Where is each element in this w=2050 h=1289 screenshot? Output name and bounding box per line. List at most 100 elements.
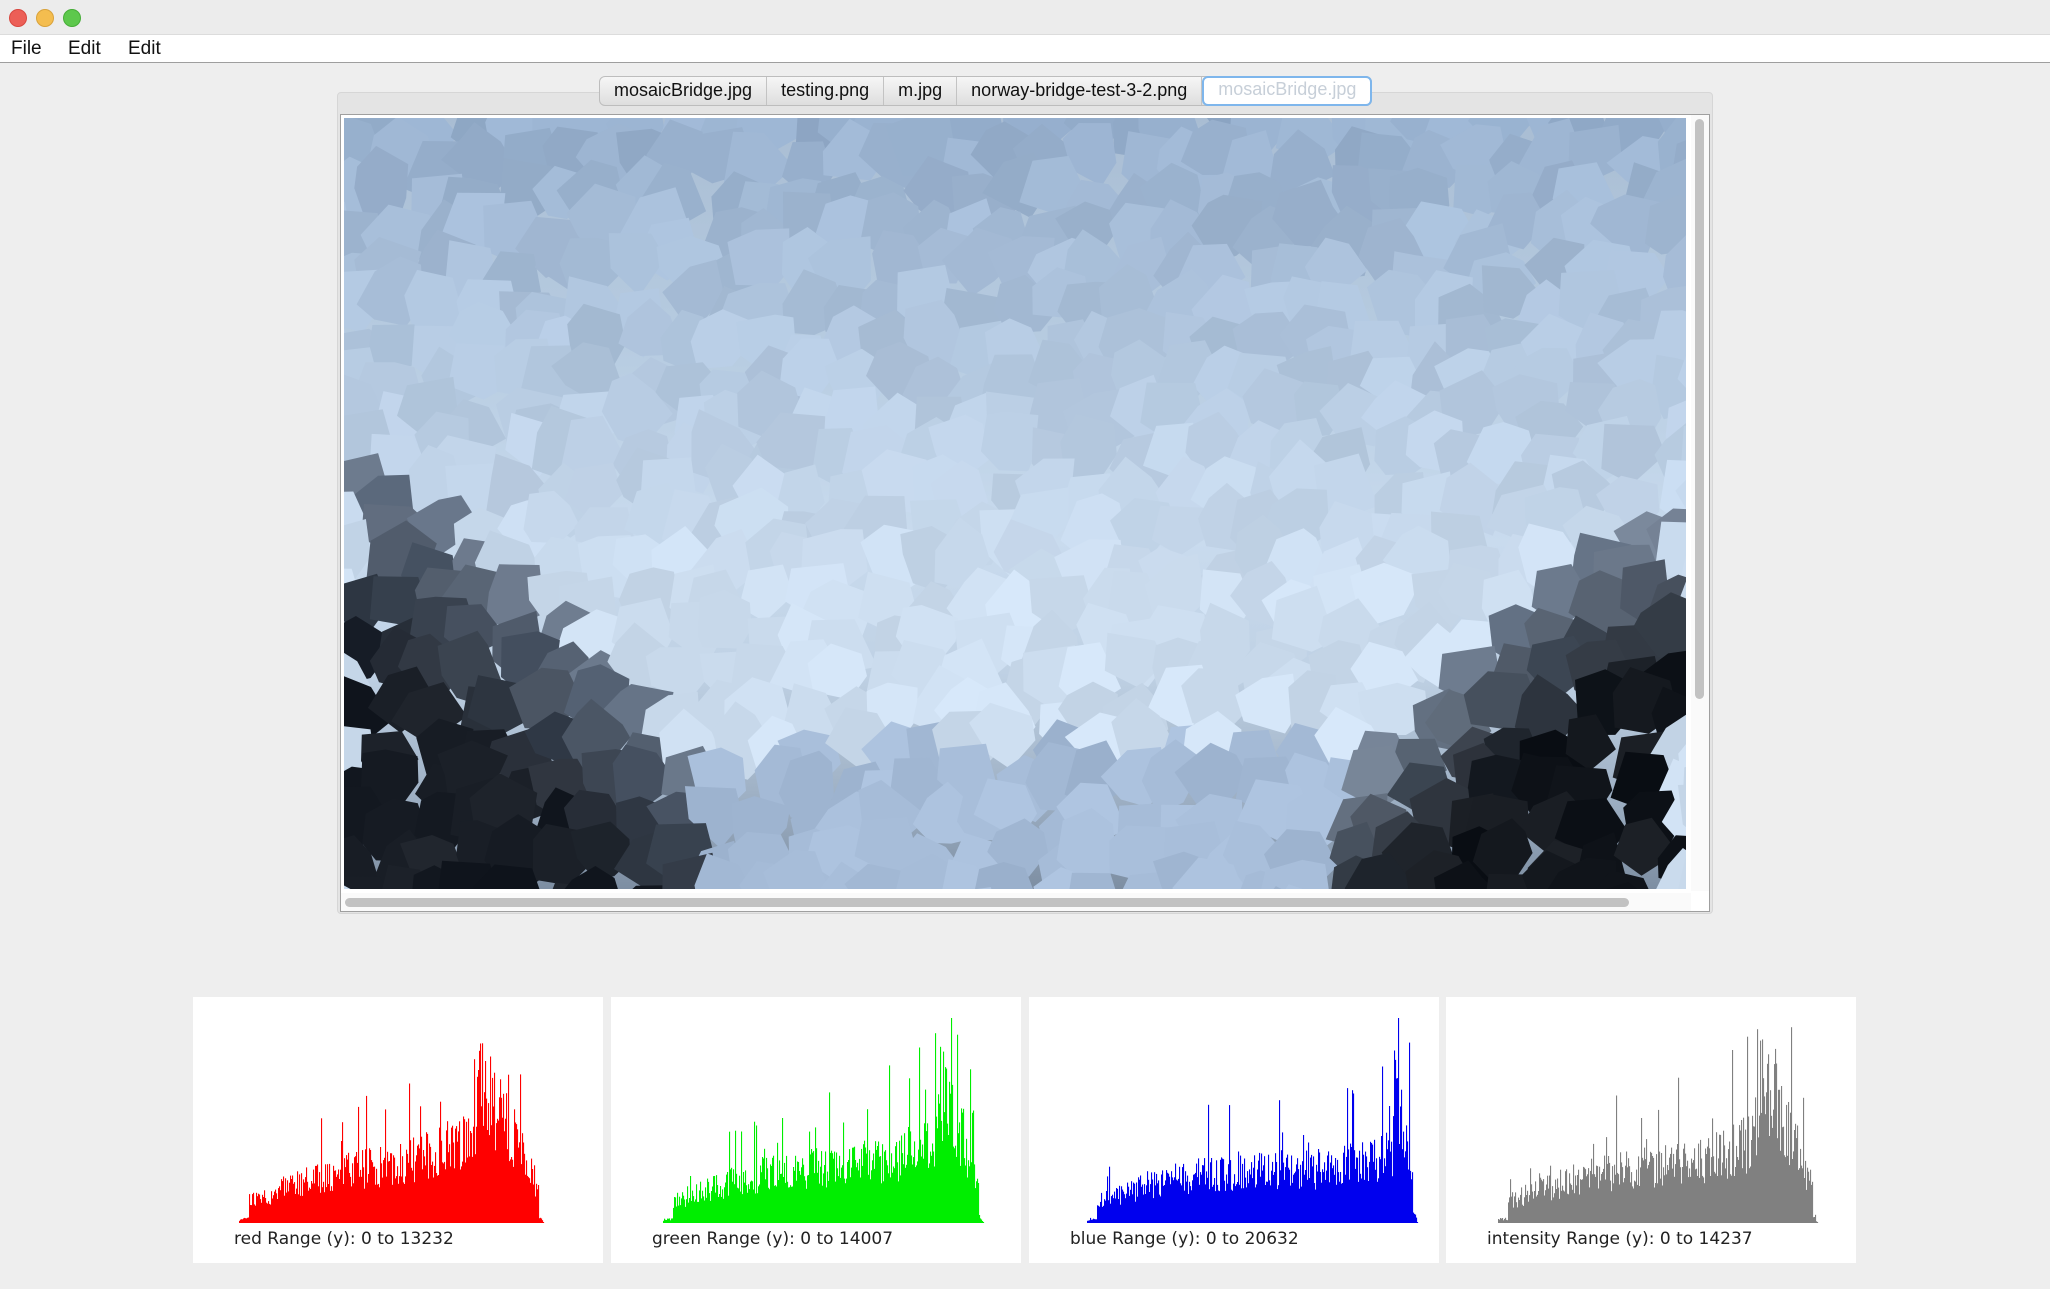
image-scroll-pane[interactable]	[340, 114, 1710, 912]
histogram-bar	[673, 1207, 675, 1223]
histogram-bar	[1215, 1191, 1217, 1223]
histogram-bar	[1763, 1078, 1765, 1223]
histogram-bar	[1726, 1158, 1728, 1223]
histogram-bar	[820, 1166, 822, 1223]
tab-norway-bridge[interactable]: norway-bridge-test-3-2.png	[957, 77, 1203, 105]
vertical-scrollbar[interactable]	[1691, 115, 1709, 891]
histogram-bar	[460, 1169, 462, 1223]
histogram-bar	[1416, 1217, 1418, 1223]
zoom-window-button[interactable]	[63, 9, 81, 27]
histogram-bar	[339, 1179, 341, 1223]
histogram-bar	[541, 1218, 543, 1223]
histogram-bar	[1231, 1189, 1233, 1223]
histogram-bar	[1337, 1159, 1339, 1223]
histogram-bar	[786, 1155, 788, 1223]
histogram-bar	[697, 1201, 699, 1223]
histogram-bar	[1191, 1190, 1193, 1223]
histogram-bar	[983, 1222, 985, 1223]
histogram-bar	[1090, 1217, 1092, 1223]
histogram-bar	[806, 1188, 808, 1223]
histogram-bar	[1675, 1164, 1677, 1223]
tab-mosaicbridge[interactable]: mosaicBridge.jpg	[600, 77, 768, 105]
histogram-bar	[709, 1193, 711, 1223]
histogram-bar	[1372, 1144, 1374, 1223]
histogram-bar	[277, 1199, 279, 1223]
histogram-bar	[496, 1123, 498, 1223]
histogram-bar	[1750, 1166, 1752, 1223]
histogram-intensity: intensity Range (y): 0 to 14237	[1446, 997, 1856, 1263]
histogram-bar	[1104, 1199, 1106, 1223]
histogram-bar	[956, 1156, 958, 1223]
histogram-bar	[1244, 1158, 1246, 1223]
histogram-bar	[1181, 1185, 1183, 1223]
histogram-bar	[1680, 1167, 1682, 1223]
histogram-bar	[1732, 1050, 1734, 1223]
histogram-bar	[746, 1185, 748, 1223]
histogram-bar	[1361, 1178, 1363, 1223]
tab-m[interactable]: m.jpg	[884, 77, 958, 105]
histogram-bar	[473, 1126, 475, 1223]
histogram-bar	[1130, 1189, 1132, 1223]
histogram-bar	[1288, 1167, 1290, 1223]
close-window-button[interactable]	[9, 9, 27, 27]
histogram-bar	[1698, 1143, 1700, 1223]
horizontal-scrollbar[interactable]	[341, 893, 1691, 911]
histogram-bar	[911, 1155, 913, 1223]
vertical-scroll-thumb[interactable]	[1695, 119, 1704, 699]
histogram-bar	[1298, 1169, 1300, 1223]
tab-mosaicbridge-selected[interactable]: mosaicBridge.jpg	[1202, 76, 1373, 106]
histogram-bar	[307, 1181, 309, 1223]
menu-edit[interactable]: Edit	[64, 37, 105, 61]
histogram-bar	[671, 1218, 673, 1223]
histogram-bar	[1349, 1179, 1351, 1223]
histogram-bar	[387, 1151, 389, 1223]
histogram-bar	[317, 1164, 319, 1223]
histogram-bar	[309, 1187, 311, 1223]
histogram-bar	[963, 1108, 965, 1223]
histogram-bar	[299, 1174, 301, 1223]
histogram-bar	[1596, 1165, 1598, 1223]
histogram-bar	[1165, 1180, 1167, 1223]
histogram-bar	[1322, 1169, 1324, 1223]
histogram-bar	[857, 1162, 859, 1223]
histogram-bar	[1754, 1126, 1756, 1223]
histogram-bar	[1103, 1205, 1105, 1223]
histogram-bar	[347, 1159, 349, 1223]
minimize-window-button[interactable]	[36, 9, 54, 27]
histogram-bar	[1152, 1179, 1154, 1223]
histogram-bar	[810, 1154, 812, 1223]
histogram-bar	[925, 1089, 927, 1223]
histogram-bar	[694, 1201, 696, 1223]
histogram-bar	[1790, 1112, 1792, 1223]
histogram-bar	[740, 1191, 742, 1223]
histogram-bar	[713, 1176, 715, 1223]
histogram-bar	[1618, 1174, 1620, 1223]
histogram-bar	[1629, 1166, 1631, 1223]
histogram-red-caption: red Range (y): 0 to 13232	[234, 1229, 454, 1249]
menu-edit-2[interactable]: Edit	[124, 37, 165, 61]
histogram-bar	[751, 1180, 753, 1223]
histogram-bar	[1555, 1179, 1557, 1223]
histogram-bar	[1752, 1115, 1754, 1223]
histogram-bar	[1619, 1184, 1621, 1223]
histogram-bar	[734, 1184, 736, 1223]
menu-file[interactable]: File	[7, 37, 46, 61]
horizontal-scroll-thumb[interactable]	[345, 898, 1629, 907]
histogram-bar	[1146, 1185, 1148, 1223]
histogram-bar	[248, 1217, 250, 1223]
histogram-bar	[1780, 1150, 1782, 1223]
tab-testing[interactable]: testing.png	[767, 77, 885, 105]
histogram-bar	[1145, 1194, 1147, 1223]
histogram-bar	[1137, 1196, 1139, 1223]
histogram-bar	[1358, 1181, 1360, 1223]
menu-bar: File Edit Edit	[0, 35, 2050, 63]
histogram-bar	[775, 1185, 777, 1223]
histogram-bar	[1176, 1179, 1178, 1223]
histogram-bar	[1268, 1154, 1270, 1223]
histogram-bar	[515, 1122, 517, 1223]
histogram-bar	[1199, 1184, 1201, 1223]
histogram-bar	[1812, 1181, 1814, 1223]
histogram-bar	[907, 1154, 909, 1223]
histogram-bar	[1346, 1156, 1348, 1223]
histogram-bar	[1149, 1192, 1151, 1223]
